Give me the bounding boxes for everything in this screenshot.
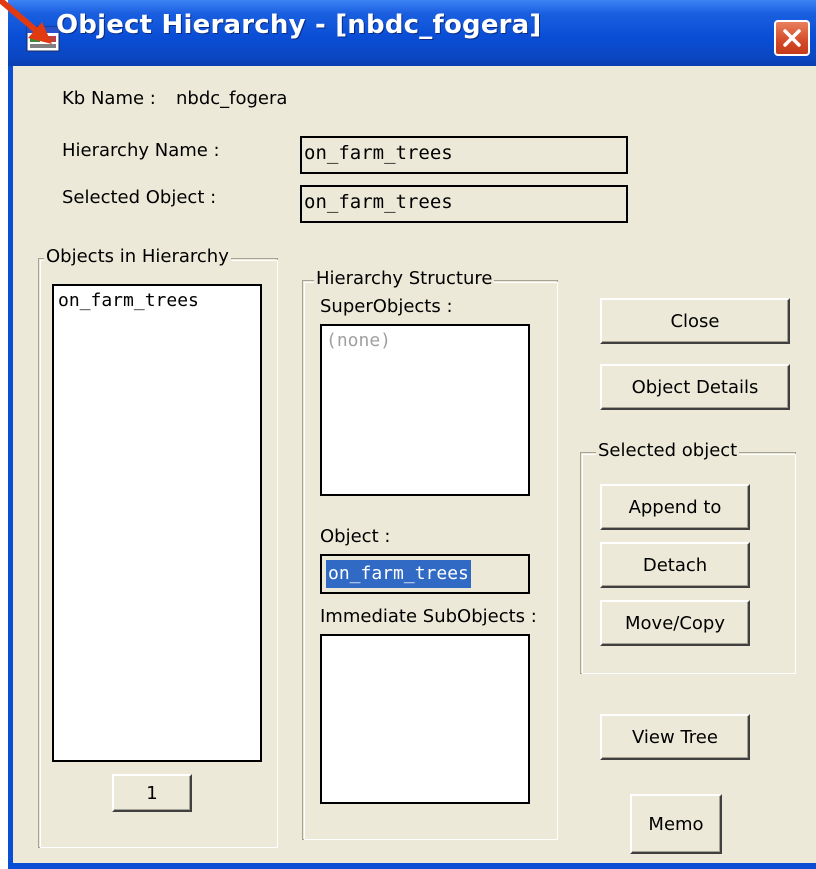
- close-window-button[interactable]: [774, 20, 810, 56]
- kb-name-value: nbdc_fogera: [176, 88, 288, 109]
- window-frame-bottom: [8, 863, 816, 869]
- window-frame-left: [8, 66, 13, 869]
- object-label: Object :: [320, 526, 391, 547]
- hierarchy-name-label: Hierarchy Name :: [62, 140, 220, 161]
- subobjects-list[interactable]: [320, 634, 530, 804]
- immediate-subobjects-label: Immediate SubObjects :: [320, 606, 537, 627]
- count-button[interactable]: 1: [112, 774, 192, 812]
- selected-object-field[interactable]: on_farm_trees: [300, 185, 628, 223]
- kb-name-label: Kb Name :: [62, 88, 156, 109]
- list-item[interactable]: (none): [322, 326, 528, 355]
- detach-button[interactable]: Detach: [600, 542, 750, 588]
- pointer-arrow-icon: [0, 0, 52, 44]
- memo-button[interactable]: Memo: [630, 794, 722, 854]
- superobjects-list[interactable]: (none): [320, 324, 530, 496]
- object-value-selected: on_farm_trees: [326, 560, 471, 588]
- superobjects-label: SuperObjects :: [320, 296, 453, 317]
- object-details-button[interactable]: Object Details: [600, 364, 790, 410]
- move-copy-button[interactable]: Move/Copy: [600, 600, 750, 646]
- objects-in-hierarchy-legend: Objects in Hierarchy: [44, 246, 231, 267]
- close-button[interactable]: Close: [600, 298, 790, 344]
- selected-object-legend: Selected object: [596, 440, 740, 461]
- hierarchy-structure-legend: Hierarchy Structure: [314, 268, 495, 289]
- view-tree-button[interactable]: View Tree: [600, 714, 750, 760]
- close-icon: [783, 29, 801, 47]
- window-title: Object Hierarchy - [nbdc_fogera]: [56, 10, 542, 40]
- objects-list[interactable]: on_farm_trees: [52, 284, 262, 762]
- object-field[interactable]: on_farm_trees: [320, 554, 530, 594]
- append-to-button[interactable]: Append to: [600, 484, 750, 530]
- hierarchy-name-field[interactable]: on_farm_trees: [300, 136, 628, 174]
- selected-object-label: Selected Object :: [62, 187, 217, 208]
- list-item[interactable]: on_farm_trees: [54, 286, 260, 315]
